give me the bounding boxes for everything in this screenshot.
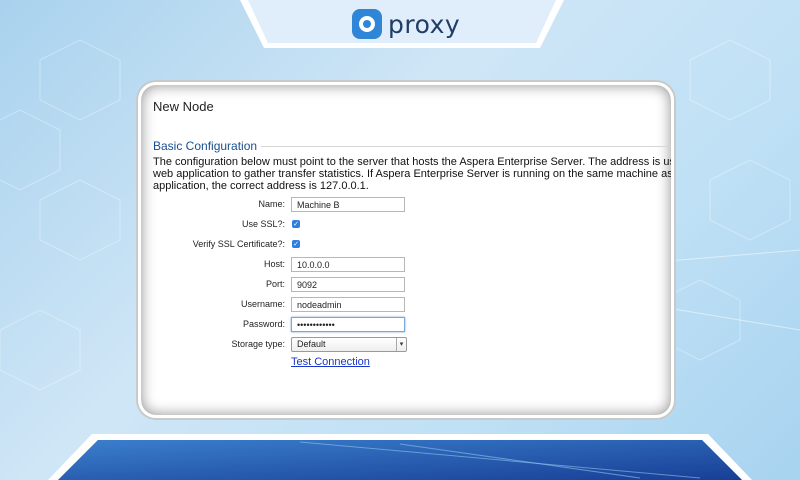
storage-type-row: Storage type: Default ▾ <box>153 336 671 352</box>
host-label: Host: <box>263 259 285 269</box>
use-ssl-checkbox[interactable]: ✓ <box>292 220 300 228</box>
description-line: web application to gather transfer stati… <box>153 168 673 180</box>
checkmark-icon: ✓ <box>293 240 299 248</box>
username-label: Username: <box>240 299 285 309</box>
verify-ssl-checkbox[interactable]: ✓ <box>292 240 300 248</box>
port-row: Port: 9092 <box>153 276 671 292</box>
host-input[interactable]: 10.0.0.0 <box>291 256 405 272</box>
host-row: Host: 10.0.0.0 <box>153 256 671 272</box>
name-label: Name: <box>258 199 285 209</box>
verify-ssl-label: Verify SSL Certificate?: <box>192 239 285 249</box>
footer-banner <box>48 434 752 480</box>
name-input[interactable]: Machine B <box>291 196 405 212</box>
use-ssl-label: Use SSL?: <box>241 219 285 229</box>
proxy-logo-icon <box>352 9 382 39</box>
username-input[interactable]: nodeadmin <box>291 296 405 312</box>
test-connection-link[interactable]: Test Connection <box>291 356 370 368</box>
password-label: Password: <box>242 319 285 329</box>
verify-ssl-row: Verify SSL Certificate?: ✓ <box>153 236 671 252</box>
storage-type-value: Default <box>297 338 326 349</box>
use-ssl-row: Use SSL?: ✓ <box>153 216 671 232</box>
section-description: The configuration below must point to th… <box>153 156 674 192</box>
new-node-panel: New Node Basic Configuration The configu… <box>138 82 674 418</box>
port-label: Port: <box>265 279 285 289</box>
username-row: Username: nodeadmin <box>153 296 671 312</box>
storage-type-select[interactable]: Default ▾ <box>291 336 407 352</box>
chevron-down-icon[interactable]: ▾ <box>396 337 406 351</box>
port-input[interactable]: 9092 <box>291 276 405 292</box>
brand-name: proxy <box>388 9 461 39</box>
name-row: Name: Machine B <box>153 196 671 212</box>
page-title: New Node <box>153 99 214 114</box>
storage-type-label: Storage type: <box>231 339 285 349</box>
description-line: application, the correct address is 127.… <box>153 180 369 192</box>
section-title: Basic Configuration <box>153 139 258 153</box>
section-divider <box>261 146 671 147</box>
checkmark-icon: ✓ <box>293 220 299 228</box>
password-input[interactable]: •••••••••••• <box>291 316 405 332</box>
description-line: The configuration below must point to th… <box>153 156 674 168</box>
password-row: Password: •••••••••••• <box>153 316 671 332</box>
brand-logo: proxy <box>352 7 460 41</box>
